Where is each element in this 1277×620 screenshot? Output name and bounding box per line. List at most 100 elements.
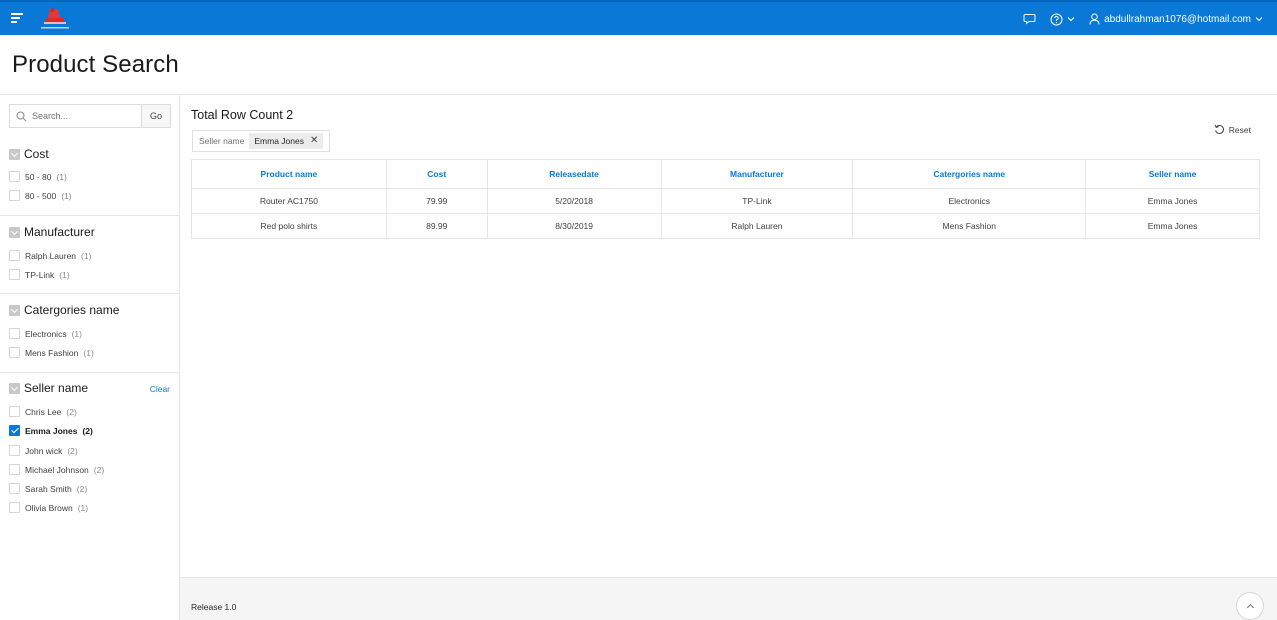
checkbox[interactable] (9, 171, 20, 182)
table-cell: Ralph Lauren (660, 213, 854, 239)
option-label: Chris Lee (25, 406, 62, 417)
facet-search: Go (9, 104, 171, 128)
table-cell: 89.99 (385, 213, 488, 239)
table-cell: Mens Fashion (852, 213, 1087, 239)
option-label: Emma Jones (25, 425, 78, 436)
checkbox[interactable] (9, 502, 20, 513)
option-label: 50 - 80 (25, 171, 52, 182)
option-count: (1) (59, 269, 70, 280)
help-menu-button[interactable] (1050, 13, 1075, 26)
facet-title: Manufacturer (24, 225, 95, 239)
facet-option-mens-fashion[interactable]: Mens Fashion (1) (9, 347, 94, 358)
checkbox[interactable] (9, 250, 20, 261)
feedback-button[interactable] (1023, 13, 1036, 25)
filter-chip: Emma Jones ✕ (249, 133, 324, 149)
table-row: Red polo shirts 89.99 8/30/2019 Ralph La… (191, 213, 1260, 239)
go-button[interactable]: Go (141, 104, 171, 128)
chevron-down-icon[interactable] (9, 382, 20, 394)
search-icon (16, 111, 27, 122)
facet-option-tp-link[interactable]: TP-Link (1) (9, 269, 70, 280)
facet-option-electronics[interactable]: Electronics (1) (9, 328, 82, 339)
facet-option-chris-lee[interactable]: Chris Lee (2) (9, 406, 77, 417)
facet-option-sarah-smith[interactable]: Sarah Smith (2) (9, 483, 87, 494)
app-logo[interactable] (38, 5, 72, 32)
option-count: (1) (83, 347, 94, 358)
checkbox[interactable] (9, 190, 20, 201)
release-version: Release 1.0 (191, 602, 237, 612)
help-circle-icon (1050, 13, 1063, 25)
chevron-down-icon[interactable] (9, 304, 20, 316)
checkbox[interactable] (9, 445, 20, 456)
table-cell: Emma Jones (1085, 213, 1260, 239)
hamburger-menu-icon[interactable] (11, 13, 23, 23)
reset-label: Reset (1228, 124, 1251, 135)
column-header-categories-name[interactable]: Catergories name (852, 159, 1087, 189)
table-cell: TP-Link (660, 188, 854, 214)
search-input[interactable] (32, 111, 132, 121)
option-count: (1) (71, 328, 82, 339)
reset-icon (1214, 124, 1224, 134)
column-header-product-name[interactable]: Product name (191, 159, 387, 189)
table-cell: Electronics (852, 188, 1087, 214)
checkbox-checked[interactable] (9, 425, 20, 436)
filter-label: Seller name (199, 136, 245, 146)
chevron-down-icon[interactable] (9, 226, 20, 238)
facet-option-olivia-brown[interactable]: Olivia Brown (1) (9, 502, 88, 513)
facet-divider (0, 293, 179, 294)
facet-title: Seller name (24, 381, 89, 395)
table-cell: Emma Jones (1085, 188, 1260, 214)
option-label: 80 - 500 (25, 190, 57, 201)
table-cell: 79.99 (385, 188, 488, 214)
option-count: (1) (77, 502, 89, 513)
column-header-cost[interactable]: Cost (385, 159, 488, 189)
option-label: Ralph Lauren (25, 250, 77, 261)
facet-header-manufacturer[interactable]: Manufacturer (9, 225, 95, 239)
option-count: (1) (81, 250, 92, 261)
facet-divider (0, 372, 179, 373)
table-row: Router AC1750 79.99 5/20/2018 TP-Link El… (191, 188, 1260, 214)
facet-option-michael-johnson[interactable]: Michael Johnson (2) (9, 464, 104, 475)
facet-option-cost-50-80[interactable]: 50 - 80 (1) (9, 171, 67, 182)
checkbox[interactable] (9, 406, 20, 417)
option-label: Electronics (25, 328, 67, 339)
table-cell: 5/20/2018 (486, 188, 662, 214)
facet-header-seller-name[interactable]: Seller name (9, 381, 88, 395)
facet-option-ralph-lauren[interactable]: Ralph Lauren (1) (9, 250, 91, 261)
option-count: (2) (66, 406, 77, 417)
chevron-down-icon (1067, 17, 1075, 22)
page-footer: Release 1.0 (180, 577, 1277, 620)
reset-button[interactable]: Reset (1214, 124, 1251, 135)
checkbox[interactable] (9, 483, 20, 494)
search-field (9, 104, 141, 128)
table-header-row: Product name Cost Releasedate Manufactur… (191, 159, 1260, 189)
checkbox[interactable] (9, 464, 20, 475)
facet-title: Cost (24, 147, 49, 161)
column-header-releasedate[interactable]: Releasedate (486, 159, 662, 189)
facet-option-john-wick[interactable]: John wick (2) (9, 445, 78, 456)
results-table: Product name Cost Releasedate Manufactur… (191, 159, 1260, 239)
column-header-seller-name[interactable]: Seller name (1085, 159, 1260, 189)
facet-option-emma-jones[interactable]: Emma Jones (2) (9, 425, 93, 436)
option-count: (2) (82, 425, 93, 436)
option-count: (2) (67, 445, 78, 456)
table-cell: Router AC1750 (191, 188, 387, 214)
checkbox[interactable] (9, 328, 20, 339)
scroll-to-top-button[interactable] (1236, 592, 1264, 620)
clear-seller-filter-link[interactable]: Clear (150, 384, 170, 394)
active-filters: Seller name Emma Jones ✕ (192, 130, 331, 152)
facet-header-categories[interactable]: Catergories name (9, 303, 119, 317)
option-label: TP-Link (25, 269, 55, 280)
checkbox[interactable] (9, 269, 20, 280)
filter-chip-value: Emma Jones (254, 136, 304, 146)
table-cell: Red polo shirts (191, 213, 387, 239)
checkbox[interactable] (9, 347, 20, 358)
user-menu-button[interactable]: abdullrahman1076@hotmail.com (1089, 13, 1263, 25)
results-region: Total Row Count 2 Seller name Emma Jones… (180, 95, 1277, 577)
remove-filter-icon[interactable]: ✕ (310, 136, 318, 146)
column-header-manufacturer[interactable]: Manufacturer (660, 159, 854, 189)
facet-header-cost[interactable]: Cost (9, 147, 49, 161)
chevron-down-icon[interactable] (9, 148, 20, 160)
option-count: (2) (93, 464, 105, 475)
facet-option-cost-80-500[interactable]: 80 - 500 (1) (9, 190, 72, 201)
option-label: John wick (25, 445, 63, 456)
